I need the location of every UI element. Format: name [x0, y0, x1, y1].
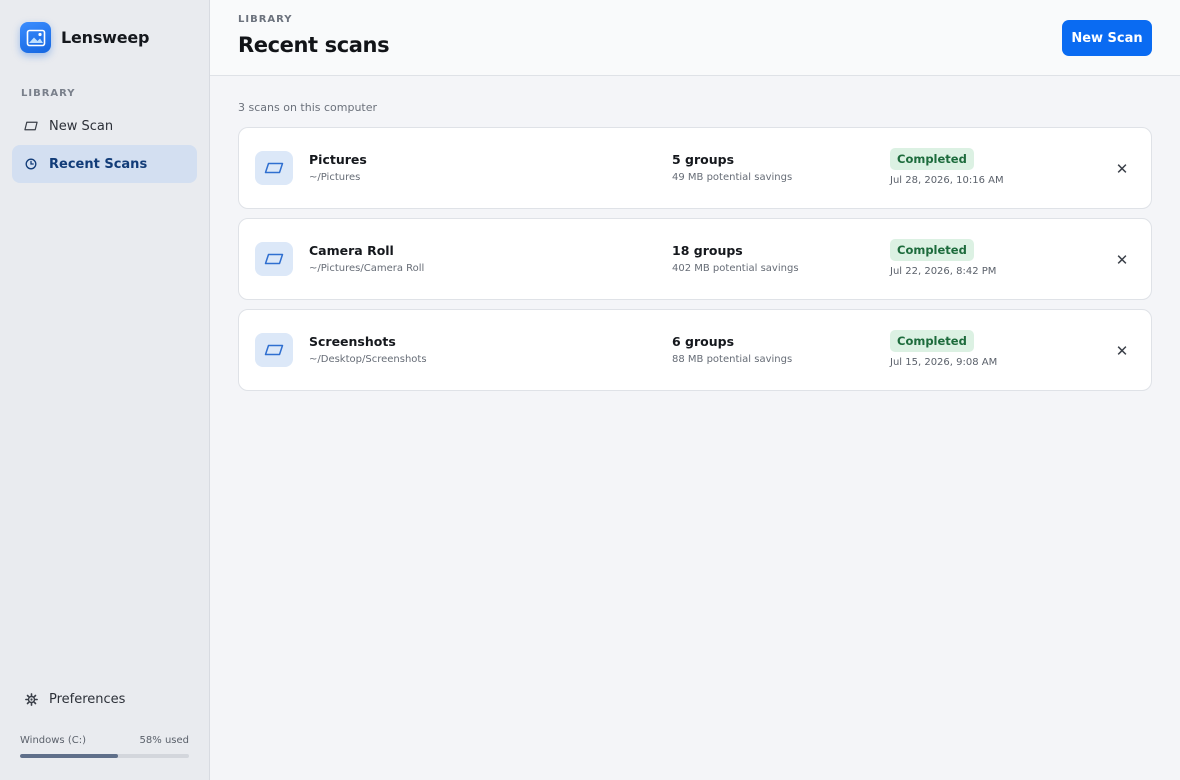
disk-label: Windows (C:): [20, 735, 86, 746]
sidebar-item-label: Preferences: [49, 691, 126, 707]
remove-scan-button[interactable]: ✕: [1111, 340, 1133, 362]
scan-path: ~/Pictures: [309, 172, 361, 183]
disk-usage-text: 58% used: [139, 735, 189, 746]
scan-path: ~/Desktop/Screenshots: [309, 354, 427, 365]
scan-groups: 5 groups: [672, 152, 735, 167]
status-badge: Completed: [890, 239, 974, 261]
sidebar-item-preferences[interactable]: Preferences: [12, 680, 197, 718]
sidebar-item-new-scan[interactable]: New Scan: [12, 107, 197, 145]
clock-icon: [24, 157, 38, 171]
breadcrumb: LIBRARY: [238, 14, 293, 25]
close-icon: ✕: [1115, 160, 1129, 178]
frame-icon: [24, 119, 38, 133]
scan-date: Jul 22, 2026, 8:42 PM: [890, 266, 997, 277]
scan-groups: 6 groups: [672, 334, 735, 349]
sidebar: Lensweep LIBRARY New Scan Recent Scans P…: [0, 0, 210, 780]
sidebar-section-label: LIBRARY: [21, 88, 76, 99]
remove-scan-button[interactable]: ✕: [1111, 158, 1133, 180]
page-title: Recent scans: [238, 33, 390, 57]
sidebar-item-label: Recent Scans: [49, 156, 148, 172]
scan-count: 3 scans on this computer: [238, 101, 378, 114]
folder-frame-icon: [255, 333, 293, 367]
folder-frame-icon: [255, 151, 293, 185]
scan-path: ~/Pictures/Camera Roll: [309, 263, 425, 274]
brand: Lensweep: [20, 22, 150, 53]
scan-date: Jul 28, 2026, 10:16 AM: [890, 175, 1004, 186]
scan-savings: 49 MB potential savings: [672, 172, 793, 183]
disk-usage-fill: [20, 754, 119, 758]
disk-usage: Windows (C:) 58% used: [20, 735, 189, 758]
scan-name: Camera Roll: [309, 243, 394, 258]
new-scan-button[interactable]: New Scan: [1062, 20, 1152, 56]
scan-card[interactable]: Camera Roll ~/Pictures/Camera Roll 18 gr…: [238, 218, 1152, 300]
remove-scan-button[interactable]: ✕: [1111, 249, 1133, 271]
app-name: Lensweep: [61, 28, 150, 47]
top-bar: LIBRARY Recent scans New Scan: [210, 0, 1180, 76]
close-icon: ✕: [1115, 251, 1129, 269]
status-badge: Completed: [890, 148, 974, 170]
scan-date: Jul 15, 2026, 9:08 AM: [890, 357, 998, 368]
close-icon: ✕: [1115, 342, 1129, 360]
scan-savings: 402 MB potential savings: [672, 263, 799, 274]
status-badge: Completed: [890, 330, 974, 352]
disk-usage-bar: [20, 754, 189, 758]
scan-groups: 18 groups: [672, 243, 743, 258]
folder-frame-icon: [255, 242, 293, 276]
sidebar-item-label: New Scan: [49, 118, 114, 134]
app-logo-icon: [20, 22, 51, 53]
scan-card[interactable]: Screenshots ~/Desktop/Screenshots 6 grou…: [238, 309, 1152, 391]
sidebar-item-recent-scans[interactable]: Recent Scans: [12, 145, 197, 183]
gear-icon: [24, 692, 38, 706]
scan-name: Screenshots: [309, 334, 396, 349]
scan-savings: 88 MB potential savings: [672, 354, 793, 365]
scan-name: Pictures: [309, 152, 367, 167]
scan-card[interactable]: Pictures ~/Pictures 5 groups 49 MB poten…: [238, 127, 1152, 209]
